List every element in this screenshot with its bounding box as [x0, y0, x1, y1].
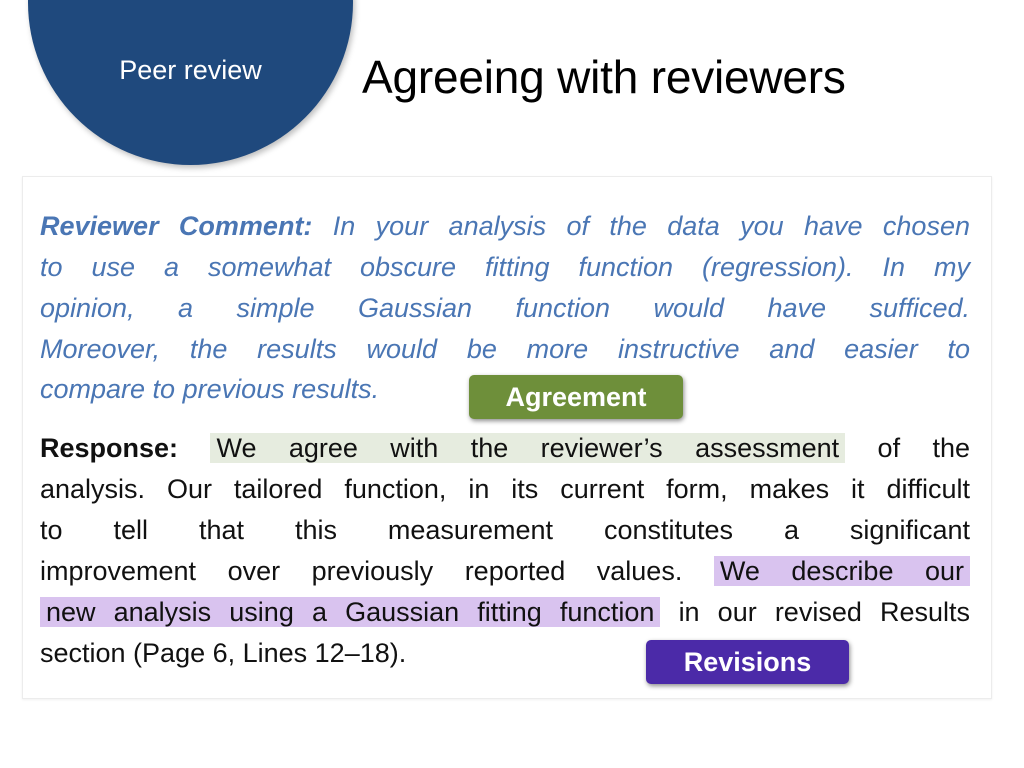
comment-label: Reviewer Comment:	[40, 211, 313, 241]
revisions-tag: Revisions	[646, 640, 849, 684]
response-label: Response:	[40, 433, 179, 463]
comment-line-2: to use a somewhat obscure fitting functi…	[40, 252, 970, 282]
response-line-5: new analysis using a Gaussian fitting fu…	[40, 594, 970, 630]
section-label: Peer review	[119, 55, 262, 85]
response-line-4: improvement over previously reported val…	[40, 553, 971, 589]
response-line-2: analysis. Our tailored function, in its …	[40, 474, 970, 504]
response-line-3: to tell that this measurement constitute…	[40, 515, 970, 545]
comment-line-4: Moreover, the results would be more inst…	[40, 334, 970, 364]
slide-title: Agreeing with reviewers	[362, 51, 846, 103]
agreement-highlight: We agree with the reviewer’s assessment	[210, 433, 846, 463]
revision-highlight-2: new analysis using a Gaussian fitting fu…	[40, 597, 661, 627]
agreement-tag: Agreement	[469, 375, 683, 419]
revision-highlight-1: We describe our	[713, 556, 971, 586]
comment-line-1: Reviewer Comment: In your analysis of th…	[40, 211, 970, 241]
comment-line-3: opinion, a simple Gaussian function woul…	[40, 293, 970, 323]
response-line-1: Response: We agree with the reviewer’s a…	[40, 433, 970, 463]
